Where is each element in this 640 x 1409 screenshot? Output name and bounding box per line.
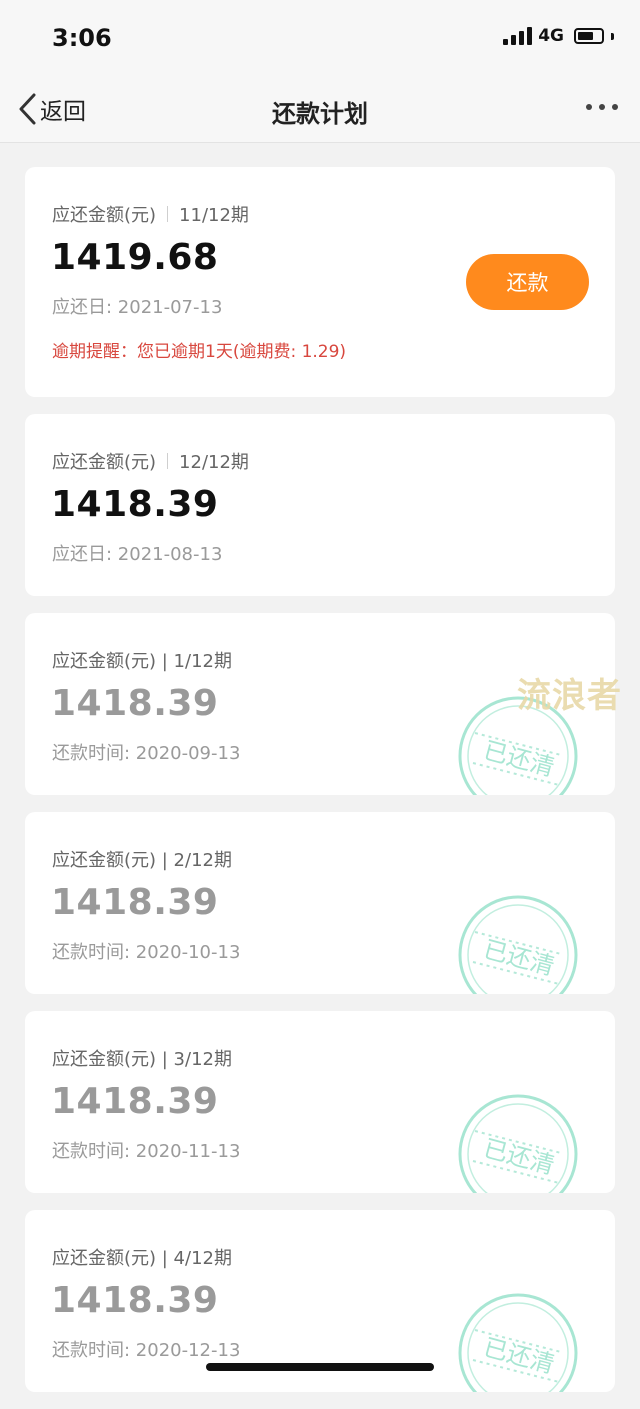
separator [167, 453, 169, 469]
stamp-text: 已还清 [481, 1134, 558, 1180]
more-icon[interactable] [582, 98, 622, 116]
status-bar: 3:06 4G [0, 0, 640, 76]
repayment-card: 应还金额(元) | 3/12期 1418.39 还款时间: 2020-11-13… [25, 1011, 615, 1193]
network-type: 4G [538, 26, 564, 46]
amount-value: 1418.39 [51, 1280, 219, 1321]
card-label: 应还金额(元) | 1/12期 [52, 651, 232, 672]
status-indicators: 4G [503, 26, 614, 46]
paid-stamp-icon: 已还清 [458, 1094, 578, 1193]
amount-value: 1418.39 [51, 683, 219, 724]
paid-date: 还款时间: 2020-11-13 [52, 1141, 241, 1162]
amount-value: 1418.39 [51, 1081, 219, 1122]
stamp-text: 已还清 [481, 935, 558, 981]
paid-stamp-icon: 已还清 [458, 895, 578, 994]
battery-icon [574, 28, 604, 44]
status-time: 3:06 [52, 24, 112, 52]
due-date: 应还日: 2021-07-13 [52, 297, 223, 318]
repayment-list: 应还金额(元) 11/12期 1419.68 应还日: 2021-07-13 逾… [25, 167, 615, 1409]
stamp-text: 已还清 [481, 736, 558, 782]
paid-stamp-icon: 已还清 [458, 1293, 578, 1392]
card-label: 应还金额(元) 12/12期 [52, 448, 249, 474]
card-label: 应还金额(元) | 4/12期 [52, 1248, 232, 1269]
stamp-text: 已还清 [481, 1333, 558, 1379]
card-label: 应还金额(元) 11/12期 [52, 201, 249, 227]
watermark-text: 流浪者 [517, 676, 622, 716]
amount-value: 1418.39 [51, 882, 219, 923]
due-date: 应还日: 2021-08-13 [52, 544, 223, 565]
period-label: 11/12期 [179, 205, 249, 226]
battery-cap [611, 32, 614, 40]
card-label: 应还金额(元) | 3/12期 [52, 1049, 232, 1070]
home-indicator[interactable] [206, 1363, 434, 1371]
paid-date: 还款时间: 2020-12-13 [52, 1340, 241, 1361]
separator [167, 206, 169, 222]
amount-label: 应还金额(元) [52, 205, 157, 226]
signal-icon [503, 27, 533, 45]
repayment-card: 应还金额(元) 11/12期 1419.68 应还日: 2021-07-13 逾… [25, 167, 615, 397]
amount-label: 应还金额(元) [52, 452, 157, 473]
page-title: 还款计划 [272, 100, 368, 128]
repayment-card: 应还金额(元) | 2/12期 1418.39 还款时间: 2020-10-13… [25, 812, 615, 994]
amount-value: 1418.39 [51, 484, 219, 525]
nav-bar: 返回 还款计划 [0, 76, 640, 143]
paid-date: 还款时间: 2020-10-13 [52, 942, 241, 963]
period-label: 12/12期 [179, 452, 249, 473]
paid-date: 还款时间: 2020-09-13 [52, 743, 241, 764]
amount-value: 1419.68 [51, 237, 219, 278]
card-label: 应还金额(元) | 2/12期 [52, 850, 232, 871]
overdue-notice: 逾期提醒：您已逾期1天(逾期费: 1.29) [52, 342, 347, 362]
repayment-card: 应还金额(元) 12/12期 1418.39 应还日: 2021-08-13 [25, 414, 615, 596]
repay-button[interactable]: 还款 [466, 254, 589, 310]
